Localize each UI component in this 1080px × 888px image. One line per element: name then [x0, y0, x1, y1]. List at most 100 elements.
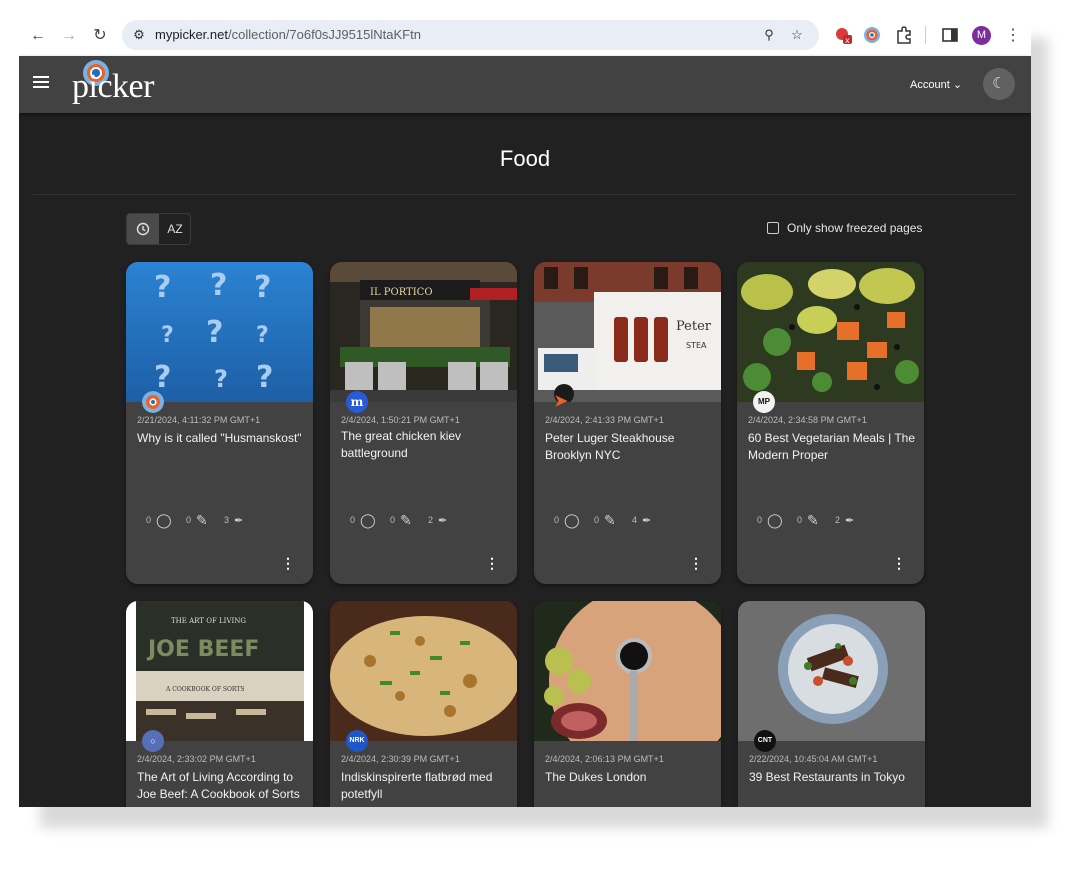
page-title: Food: [499, 146, 551, 171]
card-title[interactable]: 60 Best Vegetarian Meals | The Modern Pr…: [748, 430, 918, 463]
tag-icon[interactable]: ◯: [360, 512, 376, 529]
sort-by-date-button[interactable]: [127, 214, 159, 244]
browser-toolbar: ← → ↻ ⚙ mypicker.net/collection/7o6f0sJJ…: [19, 16, 1031, 56]
card-image: [330, 601, 517, 741]
page-card[interactable]: ??? ??? ??? 2/21/2024, 4:11:32 PM GMT+1 …: [126, 262, 313, 584]
account-menu-button[interactable]: Account ⌄: [910, 78, 962, 91]
card-title[interactable]: The Dukes London: [545, 769, 715, 786]
svg-text:?: ?: [256, 360, 273, 395]
card-date: 2/22/2024, 10:45:04 AM GMT+1: [749, 754, 878, 764]
card-date: 2/21/2024, 4:11:32 PM GMT+1: [137, 415, 261, 425]
svg-text:JOE BEEF: JOE BEEF: [146, 637, 259, 662]
card-date: 2/4/2024, 2:06:13 PM GMT+1: [545, 754, 664, 764]
svg-text:?: ?: [214, 365, 228, 393]
sort-toggle-group: AZ: [126, 213, 191, 245]
card-stats: 0 ◯ 0 ✎ 3 ✒: [146, 512, 296, 529]
address-bar[interactable]: ⚙ mypicker.net/collection/7o6f0sJJ9515lN…: [122, 20, 819, 50]
app-logo[interactable]: picker: [72, 68, 154, 106]
browser-menu-icon[interactable]: ⋮: [1002, 25, 1024, 47]
edit-note-icon[interactable]: ✎: [604, 512, 616, 529]
back-icon[interactable]: ←: [27, 25, 49, 47]
dark-mode-toggle-icon[interactable]: ☾: [983, 68, 1015, 100]
picker-extension-icon[interactable]: [863, 26, 881, 44]
divider: [33, 194, 1017, 195]
sort-alpha-button[interactable]: AZ: [159, 214, 190, 244]
svg-text:?: ?: [210, 268, 227, 303]
favicon-globe-icon: ○: [142, 730, 164, 752]
highlighter-icon[interactable]: ✒: [438, 514, 447, 527]
tag-icon[interactable]: ◯: [156, 512, 172, 529]
card-title[interactable]: Why is it called "Husmanskost": [137, 430, 307, 447]
card-more-icon[interactable]: ⋮: [892, 556, 906, 570]
card-date: 2/4/2024, 2:41:33 PM GMT+1: [545, 415, 664, 425]
highlight-count: 2: [428, 515, 434, 525]
card-title[interactable]: 39 Best Restaurants in Tokyo: [749, 769, 919, 786]
card-more-icon[interactable]: ⋮: [281, 556, 295, 570]
edit-note-icon[interactable]: ✎: [807, 512, 819, 529]
card-image: ??? ??? ???: [126, 262, 313, 402]
page-card[interactable]: THE ART OF LIVING JOE BEEF A COOKBOOK OF…: [126, 601, 313, 807]
card-more-icon[interactable]: ⋮: [485, 556, 499, 570]
edit-note-icon[interactable]: ✎: [400, 512, 412, 529]
card-more-icon[interactable]: ⋮: [689, 556, 703, 570]
favicon-arrow-icon: ➤: [554, 393, 568, 410]
svg-text:A COOKBOOK OF SORTS: A COOKBOOK OF SORTS: [165, 686, 244, 693]
toolbar-separator: [925, 26, 926, 44]
page-card[interactable]: IL PORTICO m 2/4/2024, 1:50:21 PM GMT+1 …: [330, 262, 517, 584]
only-freezed-checkbox[interactable]: [767, 222, 779, 234]
edit-note-icon[interactable]: ✎: [196, 512, 208, 529]
site-settings-icon[interactable]: ⚙: [130, 26, 148, 44]
tag-count: 0: [350, 515, 356, 525]
favicon-m-icon: m: [346, 391, 368, 413]
only-freezed-label[interactable]: Only show freezed pages: [787, 221, 922, 235]
tag-count: 0: [554, 515, 560, 525]
forward-icon[interactable]: →: [58, 25, 80, 47]
svg-text:x: x: [845, 36, 850, 44]
highlight-count: 2: [835, 515, 841, 525]
note-count: 0: [594, 515, 600, 525]
svg-text:?: ?: [154, 270, 171, 305]
extension-blocked-icon[interactable]: x: [834, 26, 852, 44]
url-host: mypicker.net: [155, 27, 228, 42]
tag-count: 0: [757, 515, 763, 525]
favicon-mp-icon: MP: [753, 391, 775, 413]
profile-avatar[interactable]: M: [972, 26, 991, 45]
card-image: IL PORTICO: [330, 262, 517, 402]
highlighter-icon[interactable]: ✒: [234, 514, 243, 527]
page-card[interactable]: NRK 2/4/2024, 2:30:39 PM GMT+1 Indiskins…: [330, 601, 517, 807]
card-stats: 0 ◯ 0 ✎ 4 ✒: [554, 512, 704, 529]
svg-text:?: ?: [256, 323, 269, 348]
hamburger-menu-icon[interactable]: [33, 76, 49, 90]
account-label: Account: [910, 79, 950, 91]
page-card[interactable]: 2/4/2024, 2:06:13 PM GMT+1 The Dukes Lon…: [534, 601, 721, 807]
page-card[interactable]: CNT 2/22/2024, 10:45:04 AM GMT+1 39 Best…: [738, 601, 925, 807]
tag-icon[interactable]: ◯: [767, 512, 783, 529]
highlighter-icon[interactable]: ✒: [642, 514, 651, 527]
tag-count: 0: [146, 515, 152, 525]
card-title[interactable]: Peter Luger Steakhouse Brooklyn NYC: [545, 430, 715, 463]
svg-text:?: ?: [206, 315, 223, 350]
extensions-puzzle-icon[interactable]: [895, 26, 913, 44]
card-image: [738, 601, 925, 741]
note-count: 0: [390, 515, 396, 525]
page-card[interactable]: Peter STEA ➤ 2/4/2024, 2:41:33 PM GMT+1 …: [534, 262, 721, 584]
svg-text:?: ?: [154, 360, 171, 395]
tag-icon[interactable]: ◯: [564, 512, 580, 529]
svg-text:IL PORTICO: IL PORTICO: [370, 287, 433, 298]
url-text[interactable]: mypicker.net/collection/7o6f0sJJ9515lNta…: [155, 27, 421, 42]
reload-icon[interactable]: ↻: [89, 25, 111, 47]
side-panel-icon[interactable]: [941, 26, 959, 44]
highlighter-icon[interactable]: ✒: [845, 514, 854, 527]
card-image: [534, 601, 721, 741]
card-title[interactable]: The great chicken kiev battleground: [341, 428, 511, 461]
card-date: 2/4/2024, 1:50:21 PM GMT+1: [341, 415, 460, 425]
card-date: 2/4/2024, 2:30:39 PM GMT+1: [341, 754, 460, 764]
card-stats: 0 ◯ 0 ✎ 2 ✒: [350, 512, 500, 529]
card-title[interactable]: The Art of Living According to Joe Beef:…: [137, 769, 307, 802]
zoom-icon[interactable]: ⚲: [760, 26, 778, 44]
svg-text:THE ART OF LIVING: THE ART OF LIVING: [171, 617, 246, 625]
note-count: 0: [797, 515, 803, 525]
bookmark-star-icon[interactable]: ☆: [788, 26, 806, 44]
card-title[interactable]: Indiskinspirerte flatbrød med potetfyll: [341, 769, 511, 802]
page-card[interactable]: MP 2/4/2024, 2:34:58 PM GMT+1 60 Best Ve…: [737, 262, 924, 584]
